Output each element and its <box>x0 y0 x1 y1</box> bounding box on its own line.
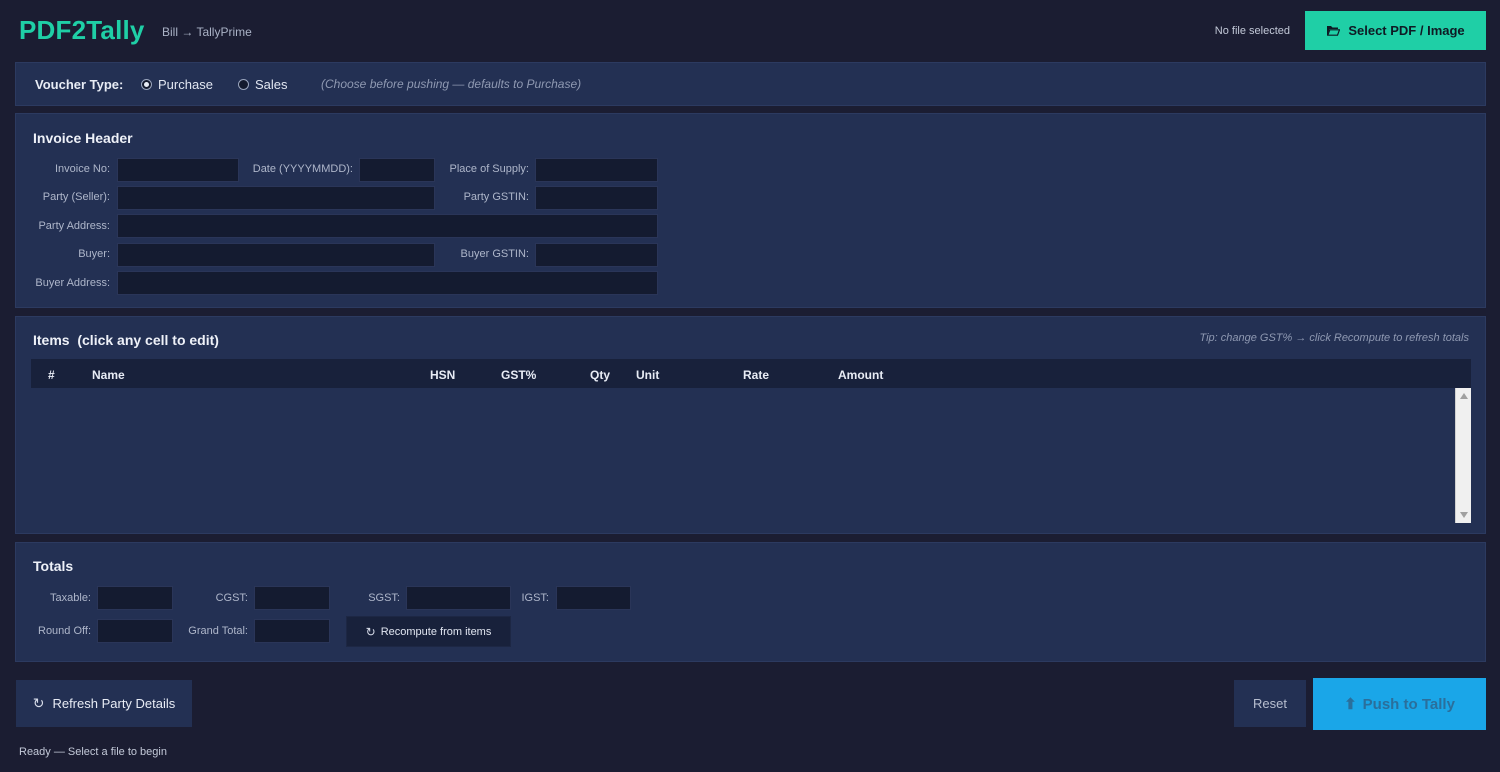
party-gstin-input[interactable] <box>535 186 658 210</box>
party-seller-input[interactable] <box>117 186 435 210</box>
buyer-input[interactable] <box>117 243 435 267</box>
sgst-input[interactable] <box>406 586 511 610</box>
date-label: Date (YYYYMMDD): <box>252 163 353 175</box>
scroll-down-icon[interactable] <box>1460 512 1468 518</box>
recompute-button[interactable]: ↻ Recompute from items <box>346 616 511 647</box>
scroll-up-icon[interactable] <box>1460 393 1468 399</box>
radio-unchecked-icon <box>238 79 249 90</box>
items-table-body[interactable] <box>31 388 1455 523</box>
items-tip: Tip: change GST% → click Recompute to re… <box>1199 332 1469 344</box>
column-header-amount[interactable]: Amount <box>838 368 883 382</box>
radio-sales-label: Sales <box>255 77 288 92</box>
party-seller-label: Party (Seller): <box>42 191 110 203</box>
place-of-supply-label: Place of Supply: <box>449 163 530 175</box>
refresh-icon: ↻ <box>365 624 376 639</box>
app-subtitle: Bill → TallyPrime <box>162 25 252 39</box>
radio-purchase[interactable]: Purchase <box>141 77 213 92</box>
app-title: PDF2Tally <box>19 15 145 45</box>
totals-title: Totals <box>33 558 74 574</box>
folder-open-icon <box>1326 25 1341 36</box>
voucher-hint: (Choose before pushing — defaults to Pur… <box>321 77 582 91</box>
party-address-label: Party Address: <box>38 220 110 232</box>
voucher-type-panel <box>15 62 1486 106</box>
taxable-input[interactable] <box>97 586 173 610</box>
igst-label: IGST: <box>521 592 549 604</box>
voucher-type-label: Voucher Type: <box>35 77 124 92</box>
file-status: No file selected <box>1214 25 1290 37</box>
refresh-party-details-button[interactable]: ↻ Refresh Party Details <box>16 680 192 727</box>
buyer-label: Buyer: <box>78 248 110 260</box>
recompute-label: Recompute from items <box>380 625 492 638</box>
grand-total-input[interactable] <box>254 619 330 643</box>
reset-button[interactable]: Reset <box>1234 680 1306 727</box>
round-off-input[interactable] <box>97 619 173 643</box>
column-header-unit[interactable]: Unit <box>636 368 659 382</box>
refresh-icon: ↻ <box>32 695 45 711</box>
column-header-name[interactable]: Name <box>92 368 125 382</box>
radio-purchase-label: Purchase <box>158 77 213 92</box>
column-header-gst[interactable]: GST% <box>501 368 536 382</box>
buyer-gstin-label: Buyer GSTIN: <box>460 248 529 260</box>
column-header-rate[interactable]: Rate <box>743 368 769 382</box>
select-pdf-button[interactable]: Select PDF / Image <box>1305 11 1486 50</box>
invoice-no-label: Invoice No: <box>54 163 110 175</box>
refresh-party-details-label: Refresh Party Details <box>52 696 176 711</box>
column-header-hsn[interactable]: HSN <box>430 368 455 382</box>
grand-total-label: Grand Total: <box>188 625 248 637</box>
radio-checked-icon <box>141 79 152 90</box>
round-off-label: Round Off: <box>38 625 91 637</box>
igst-input[interactable] <box>556 586 631 610</box>
party-address-input[interactable] <box>117 214 658 238</box>
invoice-header-title: Invoice Header <box>33 130 133 146</box>
upload-arrow-icon: ⬆ <box>1344 696 1357 713</box>
column-header-qty[interactable]: Qty <box>590 368 610 382</box>
party-gstin-label: Party GSTIN: <box>463 191 529 203</box>
column-header-index[interactable]: # <box>48 368 55 382</box>
invoice-no-input[interactable] <box>117 158 239 182</box>
select-pdf-label: Select PDF / Image <box>1348 23 1465 38</box>
radio-sales[interactable]: Sales <box>238 77 288 92</box>
items-title: Items (click any cell to edit) <box>33 332 219 348</box>
taxable-label: Taxable: <box>50 592 91 604</box>
cgst-label: CGST: <box>215 592 248 604</box>
status-bar: Ready — Select a file to begin <box>19 746 167 758</box>
push-to-tally-button[interactable]: ⬆ Push to Tally <box>1313 678 1486 730</box>
date-input[interactable] <box>359 158 435 182</box>
sgst-label: SGST: <box>368 592 400 604</box>
cgst-input[interactable] <box>254 586 330 610</box>
buyer-address-input[interactable] <box>117 271 658 295</box>
buyer-address-label: Buyer Address: <box>35 277 110 289</box>
push-to-tally-label: Push to Tally <box>1362 695 1455 713</box>
place-of-supply-input[interactable] <box>535 158 658 182</box>
items-scrollbar[interactable] <box>1455 388 1471 523</box>
buyer-gstin-input[interactable] <box>535 243 658 267</box>
